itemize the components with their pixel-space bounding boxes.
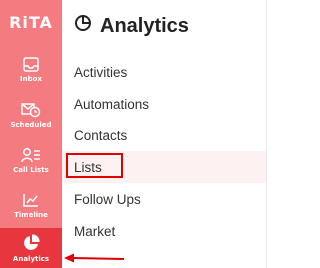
- menu-item-label: Lists: [74, 159, 102, 175]
- page-title-text: Analytics: [100, 14, 189, 37]
- menu-item-contacts[interactable]: Contacts: [62, 119, 266, 151]
- sidebar-item-analytics[interactable]: Analytics: [0, 228, 62, 268]
- menu-item-label: Automations: [74, 96, 150, 112]
- scheduled-mail-icon: [21, 102, 41, 118]
- annotation-arrow: [64, 253, 125, 263]
- sidebar-item-inbox[interactable]: Inbox: [0, 50, 62, 90]
- app-logo[interactable]: RiTA: [0, 0, 62, 44]
- timeline-icon: [22, 192, 40, 208]
- menu-item-follow-ups[interactable]: Follow Ups: [62, 183, 266, 215]
- sidebar-item-label: Call Lists: [13, 165, 49, 174]
- sidebar-item-scheduled[interactable]: Scheduled: [0, 95, 62, 135]
- menu-item-label: Market: [74, 223, 116, 239]
- sidebar-item-timeline[interactable]: Timeline: [0, 185, 62, 225]
- menu-item-label: Follow Ups: [74, 191, 141, 207]
- menu-item-market[interactable]: Market: [62, 215, 266, 247]
- sidebar-item-label: Analytics: [12, 254, 50, 263]
- sidebar-item-call-lists[interactable]: Call Lists: [0, 140, 62, 180]
- menu-item-activities[interactable]: Activities: [62, 56, 266, 88]
- menu-item-label: Activities: [74, 64, 128, 80]
- page-title: Analytics: [74, 12, 189, 40]
- menu-item-lists[interactable]: Lists: [62, 151, 266, 183]
- content-area: [267, 0, 318, 268]
- sidebar-item-label: Timeline: [14, 210, 48, 219]
- analytics-pie-icon: [22, 233, 40, 252]
- call-list-icon: [21, 147, 41, 163]
- inbox-icon: [23, 57, 39, 72]
- pie-chart-icon: [74, 14, 100, 38]
- sidebar-item-label: Scheduled: [10, 120, 52, 129]
- menu-item-automations[interactable]: Automations: [62, 88, 266, 120]
- sidebar: RiTA Inbox Scheduled Call Lists Timeline…: [0, 0, 62, 268]
- sidebar-item-label: Inbox: [20, 75, 42, 83]
- menu-item-label: Contacts: [74, 127, 128, 143]
